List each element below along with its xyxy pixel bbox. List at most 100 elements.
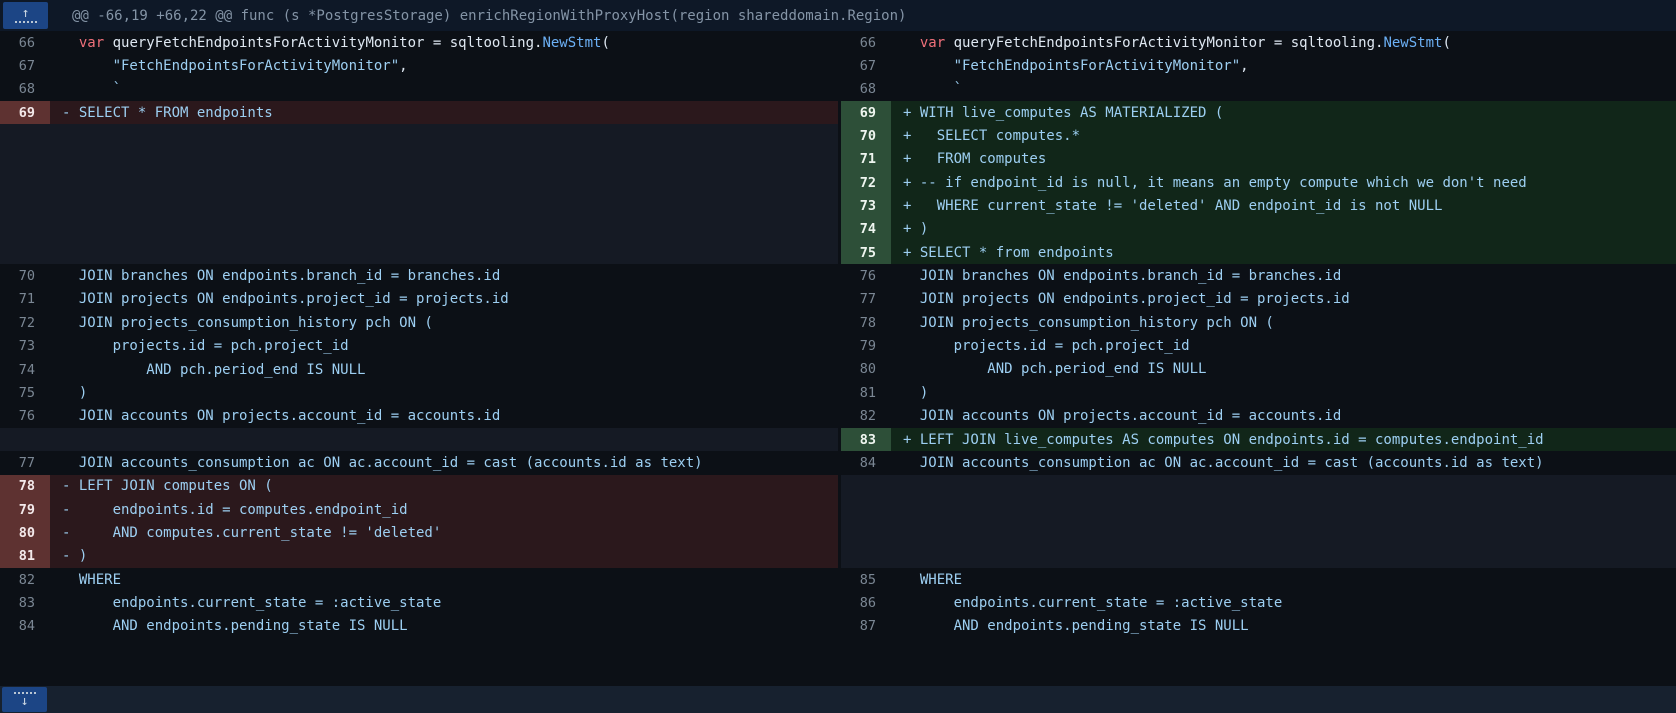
line-number[interactable]: 66 xyxy=(841,31,891,54)
expand-up-button[interactable]: ↑ xyxy=(3,2,48,29)
code-text: - SELECT * FROM endpoints xyxy=(50,105,838,121)
diff-line: 69+ WITH live_computes AS MATERIALIZED ( xyxy=(841,101,1676,124)
line-number[interactable]: 73 xyxy=(0,335,50,358)
line-number[interactable]: 80 xyxy=(841,358,891,381)
line-number[interactable]: 72 xyxy=(0,311,50,334)
line-number[interactable]: 69 xyxy=(0,101,50,124)
hunk-header: ↑ @@ -66,19 +66,22 @@ func (s *PostgresS… xyxy=(0,0,1676,31)
line-number[interactable]: 81 xyxy=(0,545,50,568)
code-text: + -- if endpoint_id is null, it means an… xyxy=(891,175,1676,191)
line-number[interactable]: 71 xyxy=(0,288,50,311)
code-segment: JOIN branches ON endpoints.branch_id = b… xyxy=(903,268,1341,284)
diff-line: 67 "FetchEndpointsForActivityMonitor", xyxy=(841,54,1676,77)
line-number[interactable]: 75 xyxy=(841,241,891,264)
expand-down-button[interactable]: ↓ xyxy=(2,687,47,712)
code-segment: + FROM computes xyxy=(903,151,1046,167)
code-segment: AND endpoints.pending_state IS NULL xyxy=(62,618,408,634)
line-number[interactable]: 73 xyxy=(841,194,891,217)
line-number[interactable]: 75 xyxy=(0,381,50,404)
line-number[interactable]: 80 xyxy=(0,521,50,544)
code-text: JOIN accounts ON projects.account_id = a… xyxy=(891,408,1676,424)
line-number[interactable]: 83 xyxy=(841,428,891,451)
code-segment: AND endpoints.pending_state IS NULL xyxy=(903,618,1249,634)
line-number[interactable]: 69 xyxy=(841,101,891,124)
code-segment: AND pch.period_end IS NULL xyxy=(62,362,365,378)
line-number[interactable]: 82 xyxy=(841,405,891,428)
expand-down-bar: ↓ xyxy=(0,686,1676,713)
line-number[interactable]: 77 xyxy=(841,288,891,311)
code-text: + WHERE current_state != 'deleted' AND e… xyxy=(891,198,1676,214)
code-segment: ( xyxy=(1442,35,1450,51)
line-number[interactable]: 84 xyxy=(0,615,50,638)
code-text: var queryFetchEndpointsForActivityMonito… xyxy=(50,35,838,51)
diff-line: 75+ SELECT * from endpoints xyxy=(841,241,1676,264)
line-number[interactable]: 68 xyxy=(0,78,50,101)
line-number[interactable]: 78 xyxy=(0,475,50,498)
filler-row xyxy=(841,475,1676,568)
diff-line: 83 + LEFT JOIN live_computes AS computes … xyxy=(841,428,1676,451)
diff-line: 67 "FetchEndpointsForActivityMonitor", xyxy=(0,54,838,77)
code-segment: ` xyxy=(903,81,962,97)
code-text: - ) xyxy=(50,548,838,564)
code-segment: endpoints.current_state = :active_state xyxy=(62,595,441,611)
code-text: - LEFT JOIN computes ON ( xyxy=(50,478,838,494)
code-text: - AND computes.current_state != 'deleted… xyxy=(50,525,838,541)
diff-line: 76 JOIN branches ON endpoints.branch_id … xyxy=(841,264,1676,287)
diff-line: 74+ ) xyxy=(841,218,1676,241)
code-segment: + SELECT computes.* xyxy=(903,128,1080,144)
diff-line: 83 endpoints.current_state = :active_sta… xyxy=(0,591,838,614)
code-segment: endpoints.current_state = :active_state xyxy=(903,595,1282,611)
diff-line: 76 JOIN accounts ON projects.account_id … xyxy=(0,405,838,428)
line-number[interactable]: 67 xyxy=(841,54,891,77)
code-text: endpoints.current_state = :active_state xyxy=(50,595,838,611)
line-number[interactable]: 81 xyxy=(841,381,891,404)
expand-up-icon: ↑ xyxy=(22,8,30,19)
code-text: JOIN branches ON endpoints.branch_id = b… xyxy=(50,268,838,284)
line-number[interactable]: 79 xyxy=(841,334,891,357)
diff-line: 71 + FROM computes xyxy=(841,148,1676,171)
line-number[interactable]: 67 xyxy=(0,54,50,77)
diff-line: 68 ` xyxy=(841,78,1676,101)
code-segment: var xyxy=(79,35,104,51)
diff-viewer: ↑ @@ -66,19 +66,22 @@ func (s *PostgresS… xyxy=(0,0,1676,713)
code-text: AND endpoints.pending_state IS NULL xyxy=(891,618,1676,634)
hunk-header-text: @@ -66,19 +66,22 @@ func (s *PostgresSto… xyxy=(72,8,906,24)
line-number[interactable]: 76 xyxy=(0,405,50,428)
code-segment: AND pch.period_end IS NULL xyxy=(903,361,1206,377)
line-number[interactable]: 74 xyxy=(841,218,891,241)
code-segment: JOIN accounts_consumption ac ON ac.accou… xyxy=(903,455,1544,471)
code-text: - endpoints.id = computes.endpoint_id xyxy=(50,502,838,518)
line-number[interactable]: 71 xyxy=(841,148,891,171)
line-number[interactable]: 77 xyxy=(0,451,50,474)
line-number[interactable]: 66 xyxy=(0,31,50,54)
code-segment: ) xyxy=(62,385,87,401)
line-number[interactable]: 79 xyxy=(0,498,50,521)
code-segment: + LEFT JOIN live_computes AS computes ON… xyxy=(903,432,1544,448)
code-segment xyxy=(62,35,79,51)
line-number[interactable]: 72 xyxy=(841,171,891,194)
code-text: + FROM computes xyxy=(891,151,1676,167)
code-segment: + WHERE current_state != 'deleted' AND e… xyxy=(903,198,1442,214)
line-number[interactable]: 86 xyxy=(841,591,891,614)
line-number[interactable]: 70 xyxy=(0,264,50,287)
line-number[interactable]: 70 xyxy=(841,124,891,147)
code-segment: WHERE xyxy=(62,572,121,588)
line-number[interactable]: 78 xyxy=(841,311,891,334)
diff-line: 70 JOIN branches ON endpoints.branch_id … xyxy=(0,264,838,287)
line-number[interactable]: 74 xyxy=(0,358,50,381)
diff-line: 81 ) xyxy=(841,381,1676,404)
code-text: "FetchEndpointsForActivityMonitor", xyxy=(50,58,838,74)
code-text: JOIN projects ON endpoints.project_id = … xyxy=(50,291,838,307)
line-number[interactable]: 85 xyxy=(841,568,891,591)
code-text: + ) xyxy=(891,221,1676,237)
line-number[interactable]: 76 xyxy=(841,264,891,287)
line-number[interactable]: 84 xyxy=(841,451,891,474)
line-number[interactable]: 87 xyxy=(841,615,891,638)
line-number[interactable]: 83 xyxy=(0,591,50,614)
code-segment: - SELECT * FROM endpoints xyxy=(62,105,273,121)
line-number[interactable]: 82 xyxy=(0,568,50,591)
diff-pane-new: 66 var queryFetchEndpointsForActivityMon… xyxy=(838,31,1676,638)
code-segment: JOIN accounts ON projects.account_id = a… xyxy=(62,408,500,424)
line-number[interactable]: 68 xyxy=(841,78,891,101)
code-segment: - LEFT JOIN computes ON ( xyxy=(62,478,273,494)
